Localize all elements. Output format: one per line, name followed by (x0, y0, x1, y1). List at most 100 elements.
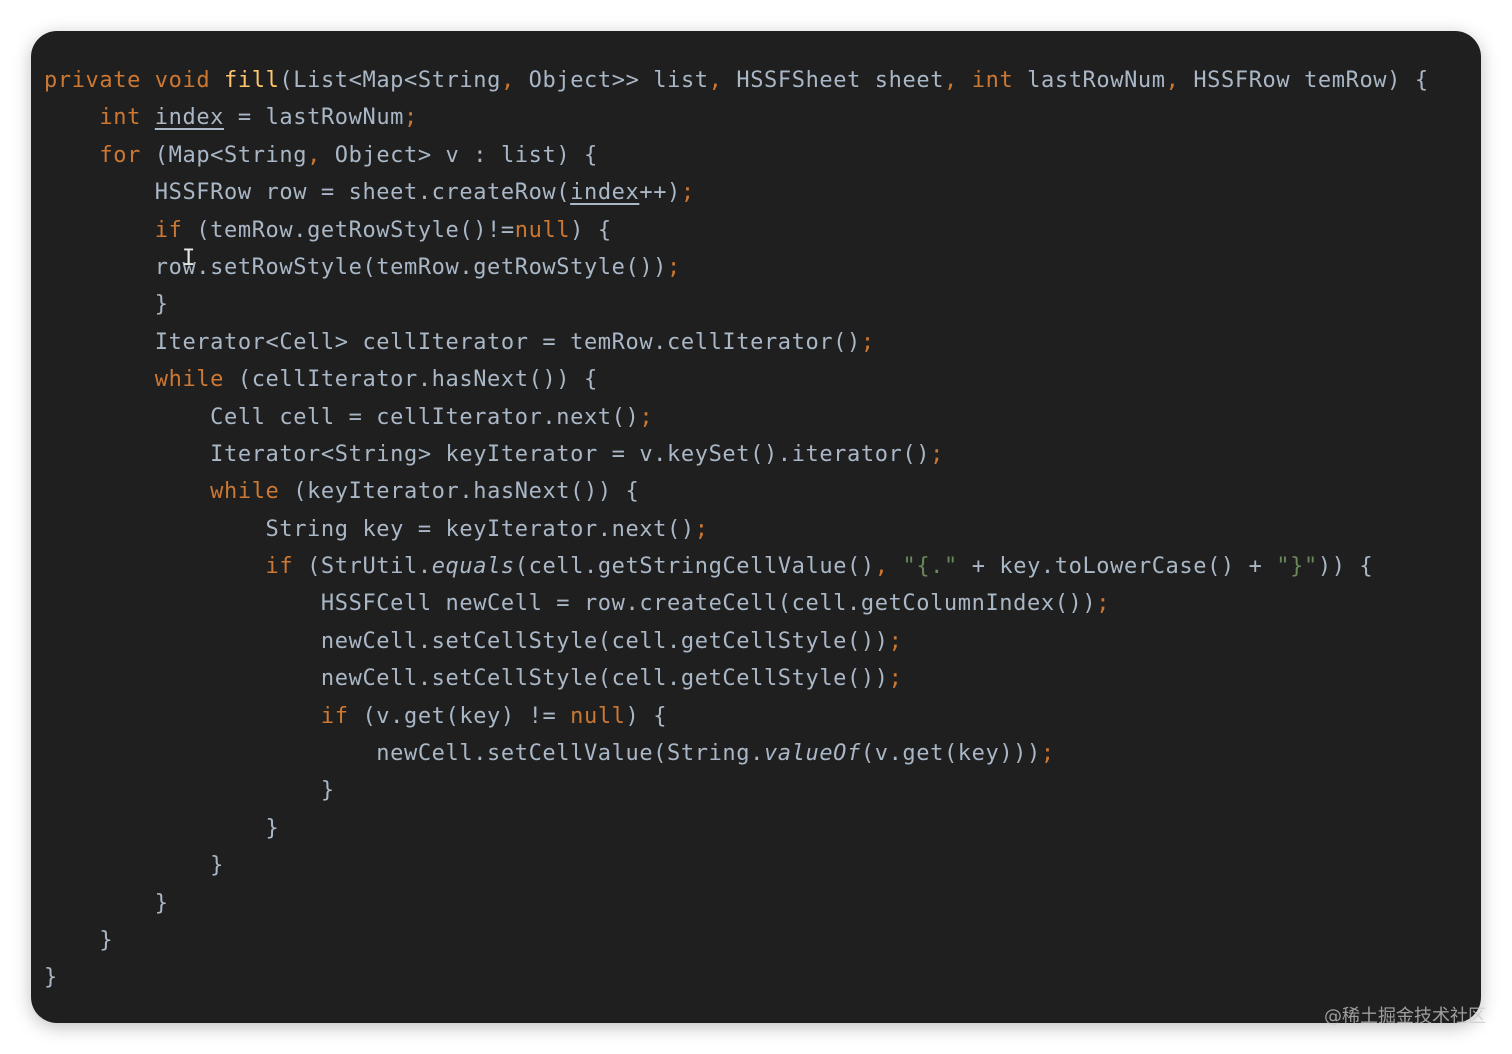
code-token: if (154, 217, 183, 243)
code-token: , (1165, 68, 1180, 93)
code-line: if (temRow.getRowStyle()!=null) { (44, 212, 1429, 249)
code-token: private (44, 68, 141, 93)
code-token: HSSFRow row = sheet.createRow( (44, 180, 571, 206)
code-line: newCell.setCellStyle(cell.getCellStyle()… (44, 660, 1429, 697)
watermark: @稀土掘金技术社区 (1324, 1006, 1486, 1027)
code-token: (v.get(key))) (860, 741, 1041, 767)
code-token: } (44, 292, 169, 318)
code-line: } (44, 772, 1429, 809)
code-token: } (44, 815, 280, 841)
code-line: } (44, 885, 1429, 922)
code-line: while (cellIterator.hasNext()) { (44, 361, 1429, 398)
code-token: valueOf (763, 741, 861, 767)
code-token: ) { (570, 217, 612, 243)
code-line: int index = lastRowNum; (44, 99, 1429, 136)
code-token: Cell cell = cellIterator.next() (44, 404, 640, 430)
code-line: if (v.get(key) != null) { (44, 698, 1429, 735)
code-line: Iterator<String> keyIterator = v.keySet(… (44, 436, 1429, 473)
code-token: HSSFRow temRow) { (1179, 68, 1429, 93)
code-token: row.setRowStyle(temRow.getRowStyle()) (44, 254, 668, 280)
code-token: ; (930, 441, 944, 467)
code-token: if (265, 554, 294, 580)
code-token: null (570, 703, 626, 729)
code-token: void (154, 68, 211, 93)
code-token: (cell.getStringCellValue() (514, 554, 875, 580)
code-token: , (307, 142, 321, 168)
code-token: Object> v : list) { (320, 142, 598, 168)
code-token: "{." (902, 554, 958, 580)
code-token: if (320, 703, 349, 729)
code-token: lastRowNum (1013, 68, 1166, 93)
code-token: "}" (1276, 554, 1318, 580)
code-editor-window: private void fill(List<Map<String, Objec… (31, 31, 1481, 1023)
code-token: ; (888, 666, 903, 692)
code-token: String key = keyIterator.next() (44, 516, 695, 542)
code-line: for (Map<String, Object> v : list) { (44, 137, 1429, 174)
code-token: ++) (639, 180, 681, 206)
code-token: } (44, 965, 58, 991)
code-token: ; (694, 516, 709, 542)
code-token: int (99, 105, 141, 131)
code-token: , (874, 554, 889, 580)
code-token: )) { (1317, 554, 1374, 580)
code-line: String key = keyIterator.next(); (44, 511, 1429, 548)
code-token: } (44, 853, 224, 879)
code-token: } (44, 890, 169, 916)
code-line: HSSFCell newCell = row.createCell(cell.g… (44, 585, 1429, 622)
code-line: } (44, 959, 1429, 996)
code-token: Iterator<Cell> cellIterator = temRow.cel… (44, 329, 861, 355)
code-token: fill (224, 68, 280, 93)
code-token: (keyIterator.hasNext()) { (279, 479, 640, 505)
code-token: } (44, 927, 114, 953)
code-line: private void fill(List<Map<String, Objec… (44, 62, 1429, 99)
code-token: HSSFSheet sheet (722, 68, 945, 93)
code-line: } (44, 847, 1429, 884)
code-line: Cell cell = cellIterator.next(); (44, 399, 1429, 436)
code-token: (v.get(key) != (348, 703, 571, 729)
code-token: while (154, 367, 224, 393)
code-line: HSSFRow row = sheet.createRow(index++); (44, 174, 1429, 211)
code-token: index (154, 105, 225, 131)
code-token: Object>> list (514, 68, 709, 93)
code-token: (cellIterator.hasNext()) { (224, 367, 598, 393)
code-token: = lastRowNum (224, 105, 405, 131)
code-token: for (99, 142, 141, 168)
code-token: ; (667, 254, 681, 280)
code-token: , (944, 68, 958, 93)
code-line: while (keyIterator.hasNext()) { (44, 473, 1429, 510)
code-token: ; (1096, 591, 1111, 617)
code-token: while (210, 479, 280, 505)
code-token: newCell.setCellStyle(cell.getCellStyle()… (44, 666, 889, 692)
code-line: newCell.setCellStyle(cell.getCellStyle()… (44, 623, 1429, 660)
code-block[interactable]: private void fill(List<Map<String, Objec… (44, 62, 1429, 997)
code-token: int (971, 68, 1014, 93)
code-line: Iterator<Cell> cellIterator = temRow.cel… (44, 324, 1429, 361)
code-line: newCell.setCellValue(String.valueOf(v.ge… (44, 735, 1429, 772)
code-token: HSSFCell newCell = row.createCell(cell.g… (44, 591, 1097, 617)
code-line: if (StrUtil.equals(cell.getStringCellVal… (44, 548, 1429, 585)
code-token: (Map<String (140, 142, 308, 168)
code-token: , (500, 68, 515, 93)
code-token: equals (431, 554, 515, 580)
code-token: + key.toLowerCase() + (957, 554, 1277, 580)
code-token: ; (639, 404, 654, 430)
code-token: } (44, 778, 335, 804)
code-token: (StrUtil. (293, 554, 432, 580)
code-token: null (514, 217, 571, 243)
code-line: } (44, 922, 1429, 959)
code-token: ; (404, 105, 418, 131)
code-token: ) { (625, 703, 668, 729)
code-token: Iterator<String> keyIterator = v.keySet(… (44, 441, 931, 467)
code-token: index (570, 180, 640, 206)
code-token: (List<Map<String (279, 68, 501, 93)
code-line: } (44, 286, 1429, 323)
code-token: ; (1040, 741, 1055, 767)
text-cursor-icon: I (182, 246, 196, 271)
